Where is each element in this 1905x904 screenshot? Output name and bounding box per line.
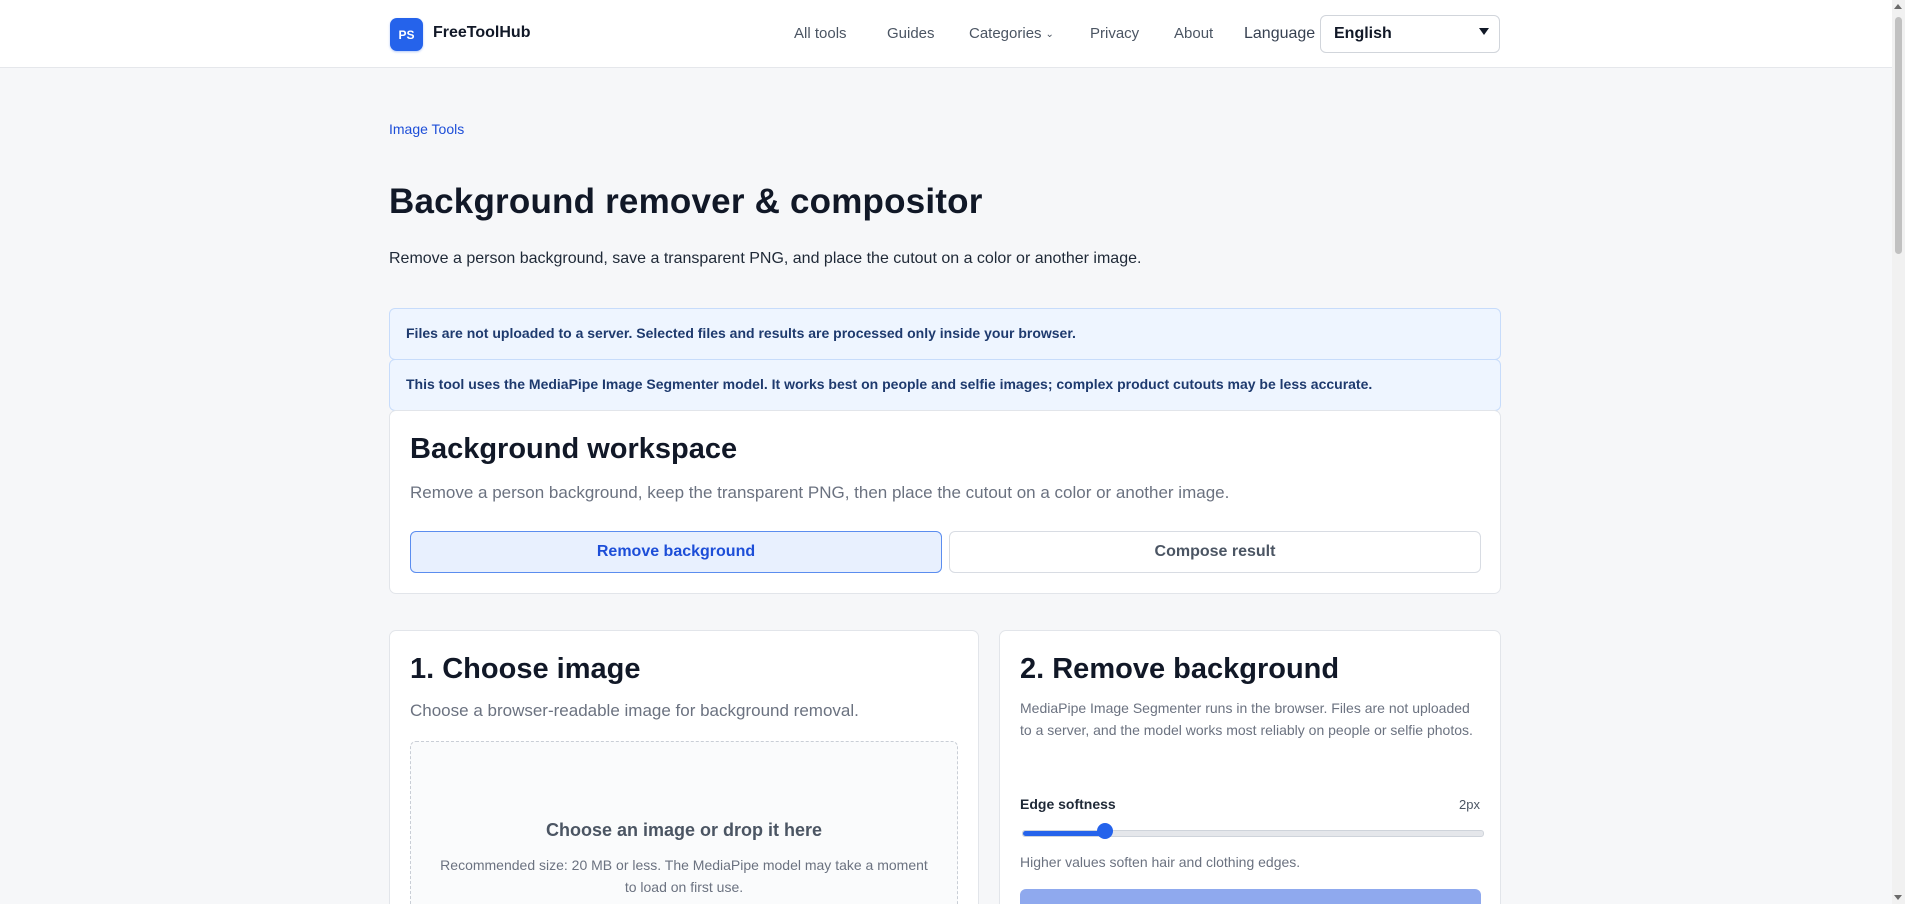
- language-selected-value: English: [1334, 25, 1392, 42]
- chevron-down-icon: ⌄: [1045, 29, 1054, 40]
- remove-background-description: MediaPipe Image Segmenter runs in the br…: [1020, 700, 1473, 738]
- dropzone-title: Choose an image or drop it here: [545, 820, 823, 840]
- choose-image-description: Choose a browser-readable image for back…: [410, 701, 859, 720]
- breadcrumb-image-tools[interactable]: Image Tools: [389, 121, 464, 137]
- edge-softness-slider-fill: [1023, 831, 1106, 836]
- scrollbar-thumb[interactable]: [1895, 17, 1902, 254]
- page: PS FreeToolHub All tools Guides Categori…: [0, 0, 1892, 904]
- nav-guides[interactable]: Guides: [887, 25, 935, 42]
- remove-background-title: 2. Remove background: [1020, 653, 1340, 685]
- remove-background-tab[interactable]: Remove background: [410, 531, 942, 573]
- chevron-down-icon: [1479, 28, 1489, 35]
- image-dropzone[interactable]: Choose an image or drop it here Recommen…: [410, 741, 958, 904]
- scroll-up-arrow-icon[interactable]: [1894, 4, 1902, 9]
- nav-privacy[interactable]: Privacy: [1090, 25, 1139, 42]
- nav-about[interactable]: About: [1174, 25, 1213, 42]
- workspace-title: Background workspace: [410, 433, 738, 465]
- dropzone-hint: Recommended size: 20 MB or less. The Med…: [440, 857, 928, 895]
- privacy-notice: Files are not uploaded to a server. Sele…: [389, 308, 1501, 360]
- choose-image-card: 1. Choose image Choose a browser-readabl…: [389, 630, 979, 904]
- scroll-down-arrow-icon[interactable]: [1894, 895, 1902, 900]
- remove-background-card: 2. Remove background MediaPipe Image Seg…: [999, 630, 1501, 904]
- edge-softness-help: Higher values soften hair and clothing e…: [1020, 854, 1301, 870]
- edge-softness-value: 2px: [1459, 797, 1480, 812]
- logo-badge[interactable]: PS: [390, 18, 423, 51]
- site-header: PS FreeToolHub All tools Guides Categori…: [0, 0, 1892, 68]
- choose-image-title: 1. Choose image: [410, 653, 641, 685]
- workspace-description: Remove a person background, keep the tra…: [410, 483, 1230, 502]
- language-select[interactable]: English: [1320, 15, 1500, 53]
- workspace-card: Background workspace Remove a person bac…: [389, 410, 1501, 594]
- remove-background-button[interactable]: [1020, 889, 1481, 904]
- nav-categories-label: Categories: [969, 25, 1042, 42]
- nav-all-tools[interactable]: All tools: [794, 25, 847, 42]
- edge-softness-slider-thumb[interactable]: [1096, 823, 1113, 839]
- language-label: Language: [1244, 25, 1316, 42]
- edge-softness-slider-track[interactable]: [1022, 830, 1484, 837]
- brand-name[interactable]: FreeToolHub: [433, 24, 530, 42]
- model-notice: This tool uses the MediaPipe Image Segme…: [389, 359, 1501, 411]
- vertical-scrollbar[interactable]: [1892, 0, 1905, 904]
- compose-result-tab[interactable]: Compose result: [949, 531, 1481, 573]
- page-title: Background remover & compositor: [389, 182, 983, 221]
- edge-softness-label: Edge softness: [1020, 796, 1116, 812]
- nav-categories[interactable]: Categories ⌄: [969, 25, 1054, 42]
- page-subtitle: Remove a person background, save a trans…: [389, 250, 1142, 267]
